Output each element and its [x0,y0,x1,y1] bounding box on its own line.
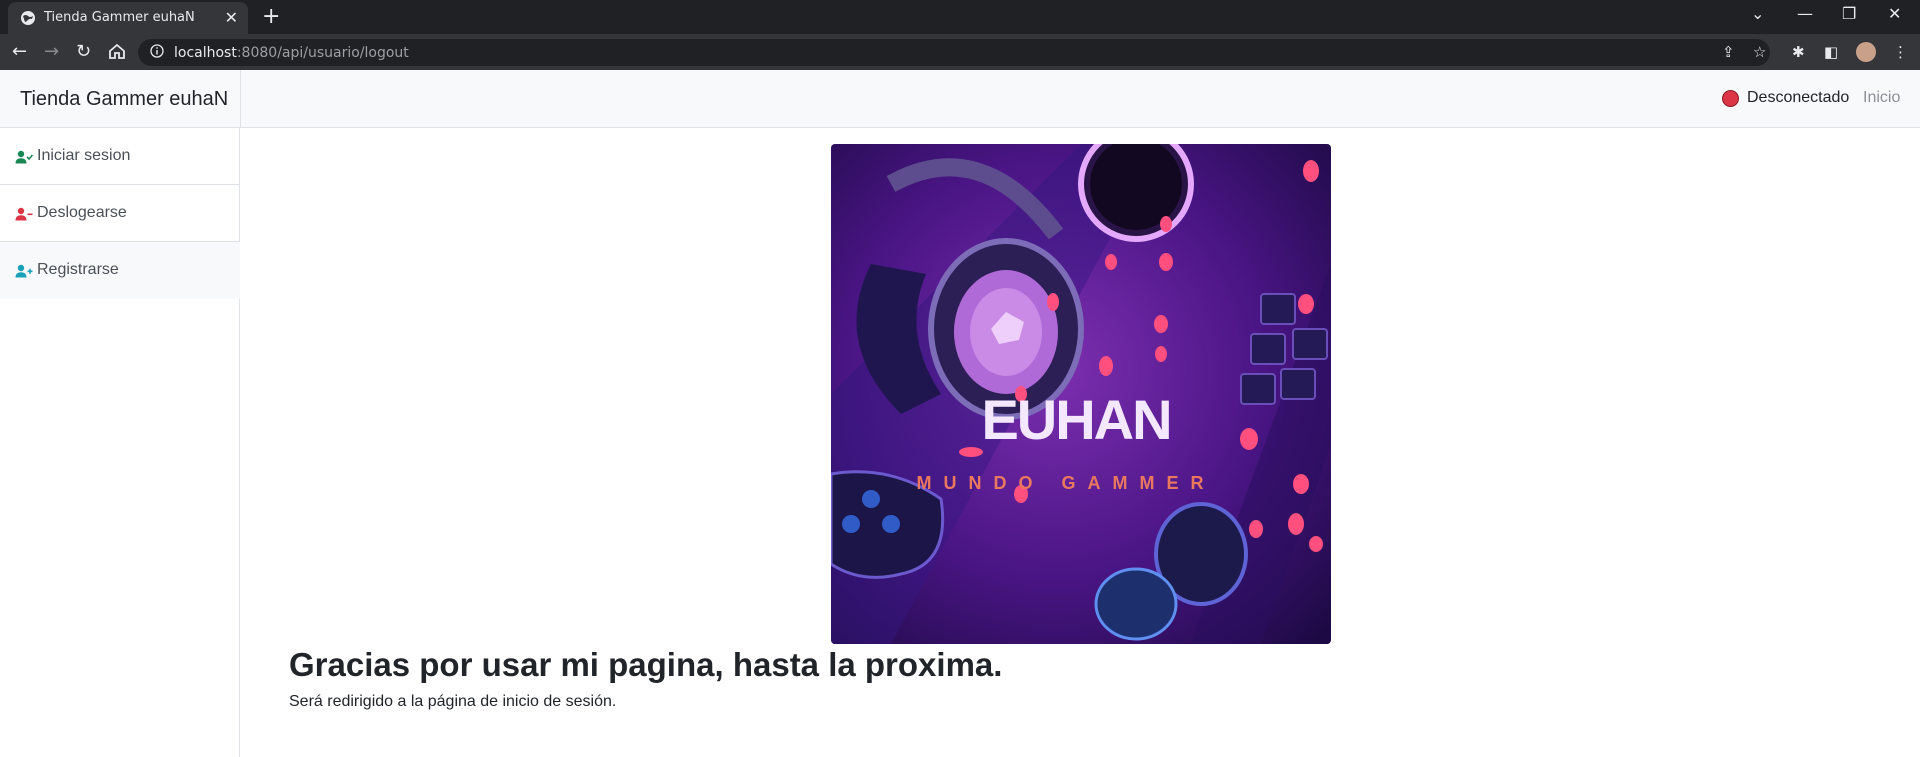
reload-icon[interactable]: ↻ [76,41,91,62]
profile-avatar[interactable] [1856,42,1876,62]
status-indicator-icon [1722,90,1739,107]
home-link[interactable]: Inicio [1863,89,1900,107]
side-panel-icon[interactable]: ◧ [1824,43,1838,61]
hero-title-text: EUHAN [981,388,1170,451]
browser-tab-active[interactable]: Tienda Gammer euhaN ✕ [8,2,248,34]
extensions-icon[interactable]: ✱ [1792,43,1805,61]
url-text: localhost:8080/api/usuario/logout [174,45,409,61]
address-bar[interactable]: localhost:8080/api/usuario/logout [138,39,1770,66]
back-icon[interactable]: ← [12,41,27,62]
restore-icon[interactable]: ❐ [1842,4,1856,23]
user-plus-icon [15,264,33,278]
menu-kebab-icon[interactable]: ⋮ [1893,43,1908,61]
connection-status: Desconectado [1747,89,1850,106]
browser-tab-strip: Tienda Gammer euhaN ✕ + ⌄ — ❐ ✕ [0,0,1920,34]
sidebar-item-label: Iniciar sesion [37,147,131,164]
share-icon[interactable]: ⇪ [1722,43,1735,61]
sidebar-item-label: Deslogearse [37,204,127,221]
user-check-icon [15,150,33,164]
forward-icon[interactable]: → [44,41,59,62]
sidebar-item-label: Registrarse [37,261,119,278]
sidebar-item-logout[interactable]: Deslogearse [0,185,240,242]
redirect-message: Será redirigido a la página de inicio de… [289,693,617,710]
minimize-icon[interactable]: — [1797,4,1813,23]
hero-image: EUHAN MUNDO GAMMER [831,144,1331,644]
top-navbar: Tienda Gammer euhaN Desconectado Inicio [0,70,1920,128]
tab-search-icon[interactable]: ⌄ [1751,4,1764,23]
browser-tab-title: Tienda Gammer euhaN [44,10,195,25]
navbar-divider [240,70,241,128]
brand-title[interactable]: Tienda Gammer euhaN [20,88,228,111]
new-tab-button[interactable]: + [262,4,280,29]
home-icon[interactable] [108,43,126,60]
bookmark-star-icon[interactable]: ☆ [1753,43,1766,61]
sidebar-item-register[interactable]: Registrarse [0,242,240,299]
close-tab-icon[interactable]: ✕ [225,8,238,27]
sidebar: Iniciar sesion Deslogearse Registrarse [0,128,240,757]
globe-icon [21,11,35,25]
site-info-icon[interactable] [150,44,164,58]
user-minus-icon [15,207,33,221]
sidebar-item-login[interactable]: Iniciar sesion [0,128,240,185]
close-window-icon[interactable]: ✕ [1888,4,1901,23]
page-heading: Gracias por usar mi pagina, hasta la pro… [289,646,1003,683]
browser-toolbar: ← → ↻ localhost:8080/api/usuario/logout … [0,34,1920,70]
hero-subtitle-text: MUNDO GAMMER [917,473,1216,493]
